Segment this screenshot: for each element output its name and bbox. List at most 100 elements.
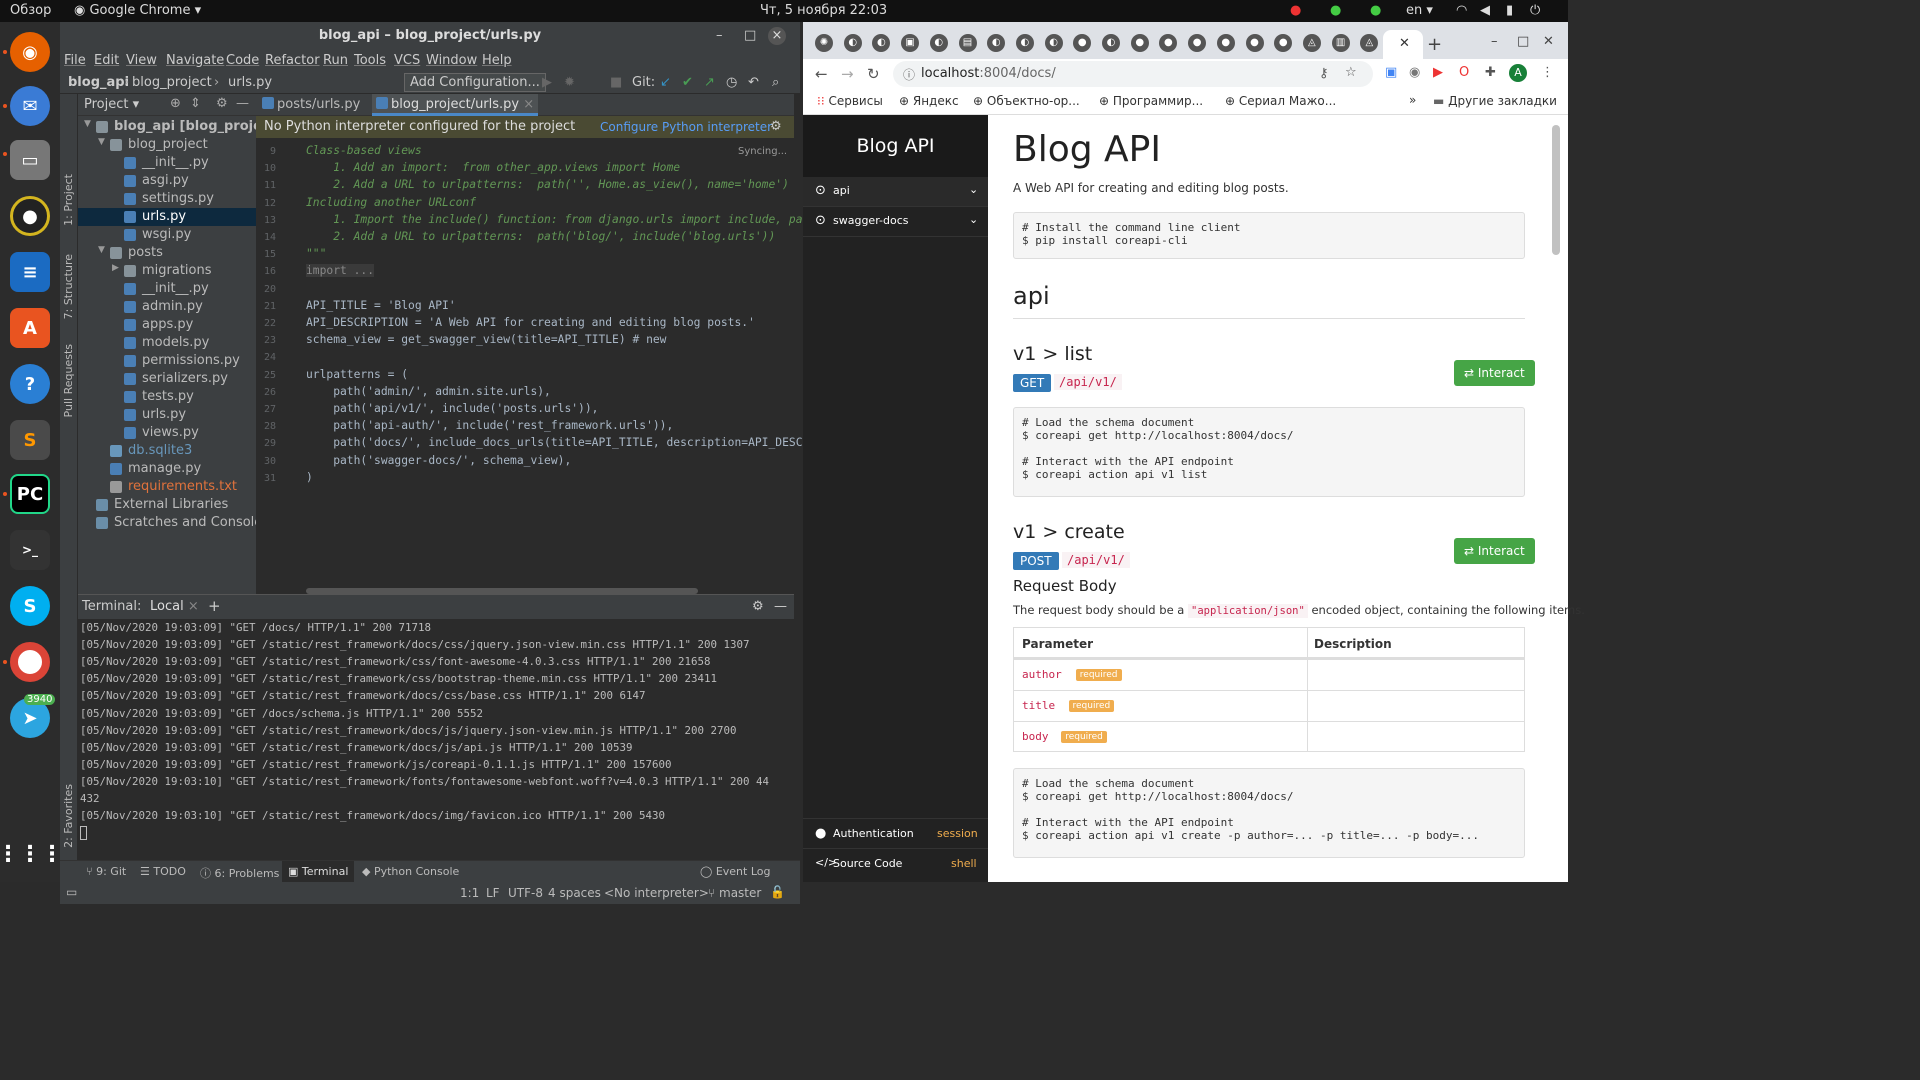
software-icon[interactable]: A bbox=[10, 308, 50, 348]
tree-item[interactable]: permissions.py bbox=[78, 352, 256, 370]
tray-icon[interactable]: ● bbox=[1290, 3, 1301, 18]
browser-tab[interactable]: ◐ bbox=[872, 34, 891, 52]
bookmark-series[interactable]: ⊕ Сериал Мажо... bbox=[1225, 94, 1336, 108]
power-icon[interactable]: ⏻ bbox=[1530, 3, 1540, 18]
rhythmbox-icon[interactable]: ● bbox=[10, 196, 50, 236]
browser-tab[interactable]: ◐ bbox=[929, 34, 948, 52]
skype-icon[interactable]: S bbox=[10, 586, 50, 626]
browser-tab[interactable]: ◬ bbox=[1302, 34, 1321, 52]
code-line[interactable]: path('admin/', admin.site.urls), bbox=[306, 385, 551, 398]
tree-item[interactable]: tests.py bbox=[78, 388, 256, 406]
back-icon[interactable]: ← bbox=[815, 65, 828, 83]
git-commit-icon[interactable]: ✔ bbox=[682, 75, 693, 90]
tree-item[interactable]: ▼ posts bbox=[78, 244, 256, 262]
breadcrumb-folder[interactable]: blog_project bbox=[132, 75, 212, 90]
wifi-icon[interactable]: ◠ bbox=[1456, 3, 1467, 18]
menu-view[interactable]: View bbox=[126, 53, 157, 68]
browser-tab[interactable]: ● bbox=[1245, 34, 1264, 52]
caret-position[interactable]: 1:1 bbox=[460, 886, 479, 900]
configure-interpreter-link[interactable]: Configure Python interpreter bbox=[600, 120, 772, 134]
code-line[interactable]: 2. Add a URL to urlpatterns: path('blog/… bbox=[306, 230, 775, 243]
chevron-down-icon[interactable]: ▼ bbox=[98, 245, 105, 255]
battery-icon[interactable]: ▮ bbox=[1506, 3, 1513, 18]
interact-button[interactable]: ⇄ Interact bbox=[1454, 360, 1535, 386]
more-bookmarks-icon[interactable]: » bbox=[1409, 93, 1416, 107]
browser-tab[interactable]: ● bbox=[1274, 34, 1293, 52]
pycharm-icon[interactable]: PC bbox=[10, 474, 50, 514]
breadcrumb-root[interactable]: blog_api bbox=[68, 75, 129, 90]
terminal-tool-button[interactable]: ▣ Terminal bbox=[282, 861, 355, 883]
terminal-cursor[interactable] bbox=[80, 826, 87, 841]
code-line[interactable]: 1. Import the include() function: from d… bbox=[306, 213, 809, 226]
code-line[interactable]: path('docs/', include_docs_urls(title=AP… bbox=[306, 436, 809, 449]
indent-setting[interactable]: 4 spaces bbox=[548, 886, 601, 900]
nav-item-swagger-docs[interactable]: ⊙ swagger-docs ⌄ bbox=[803, 207, 988, 237]
browser-tab[interactable]: ● bbox=[1216, 34, 1235, 52]
firefox-icon[interactable]: ◉ bbox=[10, 32, 50, 72]
files-icon[interactable]: ▭ bbox=[10, 140, 50, 180]
tree-item[interactable]: requirements.txt bbox=[78, 478, 256, 496]
browser-tab[interactable]: ▤ bbox=[958, 34, 977, 52]
menu-edit[interactable]: Edit bbox=[94, 53, 119, 68]
close-button[interactable]: × bbox=[768, 27, 786, 45]
info-icon[interactable]: ⓘ bbox=[903, 66, 915, 83]
menu-refactor[interactable]: Refactor bbox=[265, 53, 320, 68]
terminal-output[interactable]: [05/Nov/2020 19:03:09] "GET /docs/ HTTP/… bbox=[78, 621, 794, 861]
bookmark-programming[interactable]: ⊕ Программир... bbox=[1099, 94, 1203, 108]
bookmark-oop[interactable]: ⊕ Объектно-ор... bbox=[973, 94, 1080, 108]
project-view-selector[interactable]: Project ▾ bbox=[84, 97, 139, 112]
hide-icon[interactable]: — bbox=[236, 96, 249, 111]
chrome-app-menu[interactable]: ◉ Google Chrome ▾ bbox=[74, 3, 201, 18]
add-configuration-button[interactable]: Add Configuration... bbox=[404, 73, 546, 92]
tree-item[interactable]: views.py bbox=[78, 424, 256, 442]
bookmark-services[interactable]: ⁝⁝ Сервисы bbox=[817, 94, 883, 108]
code-line[interactable]: path('api/v1/', include('posts.urls')), bbox=[306, 402, 598, 415]
browser-tab[interactable]: ▣ bbox=[901, 34, 920, 52]
code-line[interactable]: 1. Add an import: from other_app.views i… bbox=[306, 161, 680, 174]
chevron-down-icon[interactable]: ▼ bbox=[84, 119, 91, 129]
app-grid-icon[interactable]: ⋮⋮⋮ bbox=[0, 834, 63, 874]
code-line[interactable]: path('api-auth/', include('rest_framewor… bbox=[306, 419, 673, 432]
menu-window[interactable]: Window bbox=[426, 53, 477, 68]
code-line[interactable]: path('swagger-docs/', schema_view), bbox=[306, 454, 571, 467]
minimize-button[interactable]: – bbox=[1491, 34, 1498, 49]
history-icon[interactable]: ◷ bbox=[726, 75, 737, 90]
thunderbird-icon[interactable]: ✉ bbox=[10, 86, 50, 126]
code-line[interactable]: 2. Add a URL to urlpatterns: path('', Ho… bbox=[306, 178, 789, 191]
run-icon[interactable]: ▶ bbox=[542, 75, 552, 90]
locate-icon[interactable]: ⊕ bbox=[170, 96, 181, 111]
lock-icon[interactable]: 🔓 bbox=[770, 885, 785, 899]
code-line[interactable]: urlpatterns = ( bbox=[306, 368, 408, 381]
warning-gear-icon[interactable]: ⚙ bbox=[770, 119, 782, 134]
browser-tab[interactable]: ● bbox=[1188, 34, 1207, 52]
rollback-icon[interactable]: ↶ bbox=[748, 75, 759, 90]
maximize-button[interactable]: □ bbox=[1517, 34, 1529, 49]
tree-item[interactable]: serializers.py bbox=[78, 370, 256, 388]
menu-icon[interactable]: ⋮ bbox=[1541, 65, 1554, 80]
translate-extension-icon[interactable]: ▣ bbox=[1385, 65, 1397, 80]
address-bar[interactable]: ⓘ localhost:8004/docs/ ⚷ ☆ bbox=[893, 61, 1373, 87]
tree-item[interactable]: __init__.py bbox=[78, 154, 256, 172]
star-icon[interactable]: ☆ bbox=[1345, 65, 1357, 80]
other-bookmarks[interactable]: ▬ Другие закладки bbox=[1433, 94, 1557, 108]
tree-item[interactable]: ▼ blog_project bbox=[78, 136, 256, 154]
terminal-gear-icon[interactable]: ⚙ bbox=[752, 599, 764, 614]
browser-tab[interactable]: ◐ bbox=[843, 34, 862, 52]
clock[interactable]: Чт, 5 ноября 22:03 bbox=[760, 3, 887, 18]
browser-tab[interactable]: ◐ bbox=[1044, 34, 1063, 52]
extension-icon[interactable]: ◉ bbox=[1409, 65, 1420, 80]
language-indicator[interactable]: en ▾ bbox=[1406, 3, 1433, 18]
menu-run[interactable]: Run bbox=[323, 53, 348, 68]
tree-item[interactable]: apps.py bbox=[78, 316, 256, 334]
forward-icon[interactable]: → bbox=[841, 65, 854, 83]
project-tool-tab[interactable]: 1: Project bbox=[62, 174, 75, 226]
breadcrumb-file[interactable]: urls.py bbox=[228, 75, 272, 90]
chevron-down-icon[interactable]: ▼ bbox=[98, 137, 105, 147]
menu-file[interactable]: File bbox=[64, 53, 86, 68]
code-line[interactable]: ) bbox=[306, 471, 313, 484]
tree-item[interactable]: manage.py bbox=[78, 460, 256, 478]
tray-icon[interactable]: ● bbox=[1330, 3, 1341, 18]
url-text[interactable]: localhost:8004/docs/ bbox=[921, 66, 1056, 81]
tree-item[interactable]: External Libraries bbox=[78, 496, 256, 514]
code-line[interactable]: Including another URLconf bbox=[306, 196, 476, 209]
